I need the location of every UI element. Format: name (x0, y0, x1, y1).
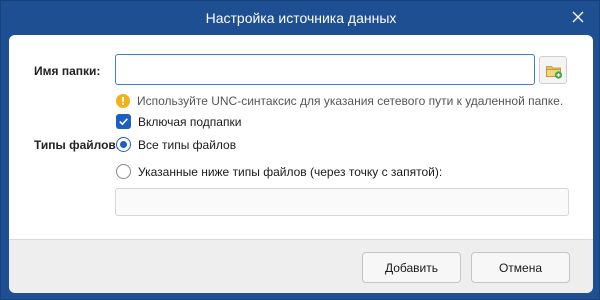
window-title: Настройка источника данных (205, 10, 397, 26)
close-button[interactable] (571, 10, 585, 24)
radio-unselected-icon (116, 164, 131, 179)
dialog-content: Имя папки: ! Используйте UNC-синтаксис д… (9, 35, 593, 239)
warning-icon: ! (116, 94, 130, 108)
title-bar: Настройка источника данных (1, 1, 600, 35)
radio-all-file-types[interactable]: Все типы файлов (116, 137, 236, 152)
include-subfolders-checkbox[interactable]: Включая подпапки (116, 114, 241, 129)
browse-folder-button[interactable] (539, 56, 567, 84)
radio-specified-label: Указанные ниже типы файлов (через точку … (138, 164, 443, 179)
radio-specified-file-types[interactable]: Указанные ниже типы файлов (через точку … (116, 164, 442, 179)
add-button[interactable]: Добавить (362, 252, 461, 283)
hint-text: Используйте UNC-синтаксис для указания с… (137, 94, 564, 108)
folder-name-label: Имя папки: (34, 64, 101, 78)
close-icon (572, 11, 584, 23)
file-types-label: Типы файлов: (34, 138, 120, 152)
cancel-button[interactable]: Отмена (471, 252, 570, 283)
dialog-window: Настройка источника данных Имя папки: ! … (0, 0, 600, 300)
file-types-input[interactable] (115, 188, 569, 216)
unc-hint: ! Используйте UNC-синтаксис для указания… (116, 93, 563, 109)
radio-selected-icon (116, 137, 131, 152)
folder-name-input[interactable] (115, 54, 535, 85)
checkbox-checked-icon (116, 114, 131, 129)
radio-all-label: Все типы файлов (138, 137, 237, 152)
folder-icon (546, 66, 563, 79)
include-subfolders-label: Включая подпапки (138, 114, 242, 129)
dialog-footer: Добавить Отмена (9, 239, 593, 293)
